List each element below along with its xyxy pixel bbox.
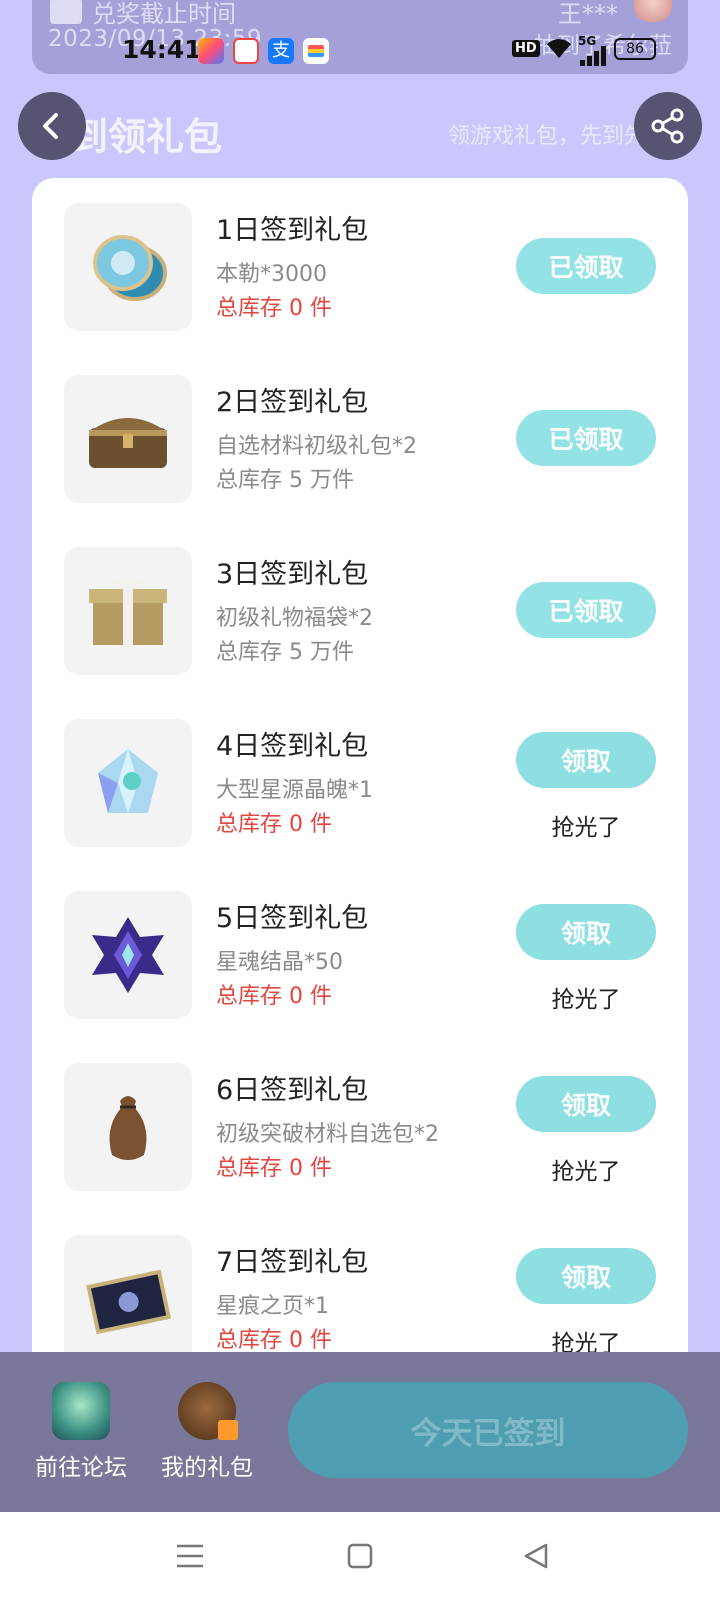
gift-name: 3日签到礼包 <box>216 559 369 590</box>
coins-icon <box>64 203 192 331</box>
system-nav-bar <box>0 1512 720 1600</box>
claim-button[interactable]: 领取 <box>516 732 656 788</box>
wallet-icon <box>303 38 329 64</box>
bottom-bar: 前往论坛 我的礼包 今天已签到 <box>0 1352 720 1512</box>
gift-desc: 大型星源晶魄*1 <box>216 778 373 803</box>
chevron-left-icon <box>43 113 58 139</box>
my-gifts-label: 我的礼包 <box>161 1455 253 1481</box>
treasure-chest-icon <box>64 375 192 503</box>
gift-stock: 总库存 0 件 <box>216 984 332 1009</box>
list-item: 7日签到礼包 星痕之页*1 总库存 0 件 领取 抢光了 <box>32 1210 688 1358</box>
page-header: 签到领礼包 领游戏礼包，先到先得 <box>0 88 720 168</box>
wifi-icon <box>545 36 573 66</box>
app-notification-icon <box>198 38 224 64</box>
claim-button[interactable]: 领取 <box>516 904 656 960</box>
gift-stock: 总库存 5 万件 <box>216 468 354 493</box>
battery-icon: 86 <box>614 38 656 60</box>
gift-desc: 星痕之页*1 <box>216 1294 329 1319</box>
soldout-label: 抢光了 <box>551 1159 621 1185</box>
back-button[interactable] <box>18 92 86 160</box>
gift-desc: 星魂结晶*50 <box>216 950 343 975</box>
document-icon <box>50 0 82 24</box>
alipay-icon: 支 <box>268 38 294 64</box>
back-nav-icon[interactable] <box>512 1532 560 1580</box>
gift-stock: 总库存 0 件 <box>216 1328 332 1353</box>
forum-avatar-icon <box>52 1382 110 1440</box>
claimed-button[interactable]: 已领取 <box>516 410 656 466</box>
forum-label: 前往论坛 <box>35 1455 127 1481</box>
signed-today-button[interactable]: 今天已签到 <box>288 1382 688 1478</box>
signal-icon <box>580 46 610 66</box>
avatar <box>634 0 672 22</box>
app-notification-icon <box>233 38 259 64</box>
gift-name: 4日签到礼包 <box>216 731 369 762</box>
list-item: 3日签到礼包 初级礼物福袋*2 总库存 5 万件 已领取 <box>32 522 688 698</box>
gift-stock: 总库存 0 件 <box>216 812 332 837</box>
menu-icon[interactable] <box>166 1532 214 1580</box>
gift-desc: 初级突破材料自选包*2 <box>216 1122 439 1147</box>
gift-name: 5日签到礼包 <box>216 903 369 934</box>
notice-title: 兑奖截止时间 <box>92 0 236 28</box>
list-item: 6日签到礼包 初级突破材料自选包*2 总库存 0 件 领取 抢光了 <box>32 1038 688 1214</box>
my-gifts-button[interactable]: 我的礼包 <box>152 1382 262 1482</box>
page-card-icon <box>64 1235 192 1358</box>
list-item: 2日签到礼包 自选材料初级礼包*2 总库存 5 万件 已领取 <box>32 350 688 526</box>
gift-name: 2日签到礼包 <box>216 387 369 418</box>
bear-gift-icon <box>178 1382 238 1440</box>
hd-icon: HD <box>512 40 540 57</box>
soldout-label: 抢光了 <box>551 987 621 1013</box>
forum-button[interactable]: 前往论坛 <box>26 1382 136 1482</box>
clock: 14:41 <box>122 35 202 64</box>
claimed-button[interactable]: 已领取 <box>516 582 656 638</box>
gift-stock: 总库存 0 件 <box>216 1156 332 1181</box>
status-bar: 14:41 支 HD 5G 86 <box>0 32 720 72</box>
soldout-label: 抢光了 <box>551 815 621 841</box>
gift-desc: 本勒*3000 <box>216 262 327 287</box>
claim-button[interactable]: 领取 <box>516 1248 656 1304</box>
star-crystal-icon <box>64 891 192 1019</box>
gift-box-icon <box>64 547 192 675</box>
claimed-button[interactable]: 已领取 <box>516 238 656 294</box>
gift-desc: 自选材料初级礼包*2 <box>216 434 417 459</box>
list-item: 4日签到礼包 大型星源晶魄*1 总库存 0 件 领取 抢光了 <box>32 694 688 870</box>
pouch-icon <box>64 1063 192 1191</box>
gift-desc: 初级礼物福袋*2 <box>216 606 373 631</box>
notice-user: 王*** <box>558 0 618 28</box>
list-item: 1日签到礼包 本勒*3000 总库存 0 件 已领取 <box>32 178 688 354</box>
gift-stock: 总库存 0 件 <box>216 296 332 321</box>
list-item: 5日签到礼包 星魂结晶*50 总库存 0 件 领取 抢光了 <box>32 866 688 1042</box>
gift-name: 7日签到礼包 <box>216 1247 369 1278</box>
gift-name: 6日签到礼包 <box>216 1075 369 1106</box>
share-icon <box>651 108 684 144</box>
crystal-icon <box>64 719 192 847</box>
share-button[interactable] <box>634 92 702 160</box>
gift-list: 1日签到礼包 本勒*3000 总库存 0 件 已领取 2日签到礼包 自选材料初级… <box>32 178 688 1358</box>
gift-name: 1日签到礼包 <box>216 215 369 246</box>
claim-button[interactable]: 领取 <box>516 1076 656 1132</box>
gift-stock: 总库存 5 万件 <box>216 640 354 665</box>
home-icon[interactable] <box>336 1532 384 1580</box>
